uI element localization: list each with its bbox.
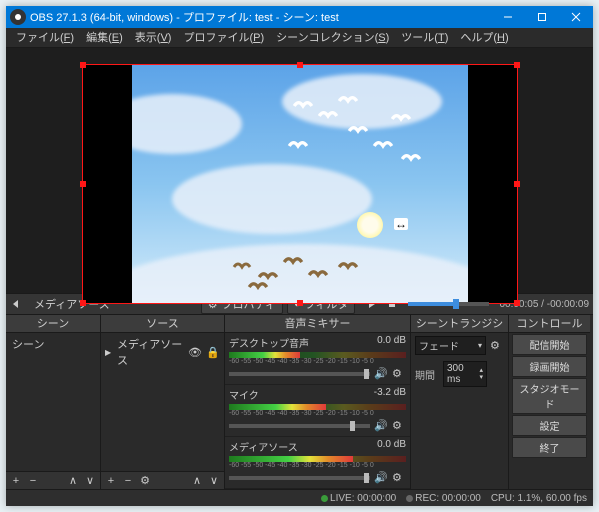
spinner-icon: ▴▾ (479, 367, 483, 381)
menu-t[interactable]: ツール(T) (395, 28, 454, 48)
scene-remove-button[interactable]: − (25, 474, 41, 488)
menu-e[interactable]: 編集(E) (80, 28, 129, 48)
source-remove-button[interactable]: − (120, 474, 136, 488)
scene-up-button[interactable]: ∧ (65, 474, 81, 488)
mixer-channel-name: マイク (229, 387, 259, 402)
mute-button[interactable]: 🔊 (374, 471, 388, 484)
preview-area[interactable]: ↔ (6, 48, 593, 293)
sources-panel: ソース ▶メディアソース👁🔒 + − ⚙ ∧ ∨ (100, 315, 224, 489)
menu-f[interactable]: ファイル(F) (10, 28, 80, 48)
scene-down-button[interactable]: ∨ (82, 474, 98, 488)
mixer-header: 音声ミキサー (225, 315, 410, 333)
prev-source-button[interactable] (7, 295, 25, 313)
media-seek-slider[interactable] (408, 302, 489, 306)
mixer-channel: デスクトップ音声 0.0 dB -60 -55 -50 -45 -40 -35 -3… (225, 333, 410, 385)
statusbar: LIVE: 00:00:00 REC: 00:00:00 CPU: 1.1%, … (6, 489, 593, 506)
volume-slider[interactable] (229, 476, 370, 480)
visibility-toggle[interactable]: 👁 (188, 346, 202, 359)
caret-icon: ▶ (105, 348, 113, 357)
maximize-button[interactable] (525, 6, 559, 28)
scenes-header: シーン (6, 315, 100, 333)
menu-p[interactable]: プロファイル(P) (177, 28, 270, 48)
menu-h[interactable]: ヘルプ(H) (454, 28, 514, 48)
scene-item[interactable]: シーン (6, 333, 100, 355)
scenes-panel: シーン シーン + − ∧ ∨ (6, 315, 100, 489)
mixer-panel: 音声ミキサー デスクトップ音声 0.0 dB -60 -55 -50 -45 -40… (224, 315, 410, 489)
minimize-button[interactable] (491, 6, 525, 28)
control-button[interactable]: 配信開始 (512, 334, 587, 355)
mixer-channel-name: デスクトップ音声 (229, 335, 309, 350)
transition-select[interactable]: フェード▾ (415, 336, 486, 355)
status-live: LIVE: 00:00:00 (321, 493, 396, 504)
control-button[interactable]: 終了 (512, 437, 587, 458)
channel-settings-button[interactable]: ⚙ (392, 471, 406, 484)
controls-panel: コントロール 配信開始録画開始スタジオモード設定終了 (508, 315, 590, 489)
resize-cursor-icon: ↔ (394, 218, 408, 230)
sun-graphic (357, 212, 383, 238)
mute-button[interactable]: 🔊 (374, 367, 388, 380)
lock-toggle[interactable]: 🔒 (206, 346, 220, 359)
volume-slider[interactable] (229, 372, 370, 376)
control-button[interactable]: 設定 (512, 415, 587, 436)
transition-settings-button[interactable]: ⚙ (490, 339, 504, 352)
volume-slider[interactable] (229, 424, 370, 428)
source-video[interactable]: ↔ (132, 64, 468, 304)
channel-settings-button[interactable]: ⚙ (392, 419, 406, 432)
app-logo (10, 9, 26, 25)
mixer-channel-db: -3.2 dB (374, 387, 406, 402)
mute-button[interactable]: 🔊 (374, 419, 388, 432)
channel-settings-button[interactable]: ⚙ (392, 367, 406, 380)
close-button[interactable] (559, 6, 593, 28)
window-title: OBS 27.1.3 (64-bit, windows) - プロファイル: t… (30, 9, 491, 25)
transitions-header: シーントランジション (411, 315, 508, 333)
sources-header: ソース (101, 315, 224, 333)
menu-v[interactable]: 表示(V) (129, 28, 178, 48)
scene-add-button[interactable]: + (8, 474, 24, 488)
mixer-channel: メディアソース 0.0 dB -60 -55 -50 -45 -40 -35 -30… (225, 437, 410, 489)
source-add-button[interactable]: + (103, 474, 119, 488)
controls-header: コントロール (509, 315, 590, 333)
status-cpu: CPU: 1.1%, 60.00 fps (491, 493, 587, 504)
control-button[interactable]: 録画開始 (512, 356, 587, 377)
source-item[interactable]: ▶メディアソース👁🔒 (101, 333, 224, 371)
transition-duration-label: 期間 (415, 367, 439, 382)
source-down-button[interactable]: ∨ (206, 474, 222, 488)
mixer-ticks: -60 -55 -50 -45 -40 -35 -30 -25 -20 -15 … (229, 462, 406, 469)
mixer-ticks: -60 -55 -50 -45 -40 -35 -30 -25 -20 -15 … (229, 358, 406, 365)
titlebar: OBS 27.1.3 (64-bit, windows) - プロファイル: t… (6, 6, 593, 28)
transition-duration-input[interactable]: 300 ms▴▾ (443, 361, 487, 387)
transitions-panel: シーントランジション フェード▾ ⚙ 期間 300 ms▴▾ (410, 315, 508, 489)
chevron-down-icon: ▾ (478, 341, 482, 350)
mixer-channel-name: メディアソース (229, 439, 298, 454)
mixer-ticks: -60 -55 -50 -45 -40 -35 -30 -25 -20 -15 … (229, 410, 406, 417)
mixer-channel: マイク -3.2 dB -60 -55 -50 -45 -40 -35 -30 -2… (225, 385, 410, 437)
menu-s[interactable]: シーンコレクション(S) (270, 28, 395, 48)
mixer-channel-db: 0.0 dB (377, 335, 406, 350)
status-rec: REC: 00:00:00 (406, 493, 481, 504)
source-props-button[interactable]: ⚙ (137, 474, 153, 488)
control-button[interactable]: スタジオモード (512, 378, 587, 414)
menubar: ファイル(F)編集(E)表示(V)プロファイル(P)シーンコレクション(S)ツー… (6, 28, 593, 48)
mixer-channel-db: 0.0 dB (377, 439, 406, 454)
source-up-button[interactable]: ∧ (189, 474, 205, 488)
